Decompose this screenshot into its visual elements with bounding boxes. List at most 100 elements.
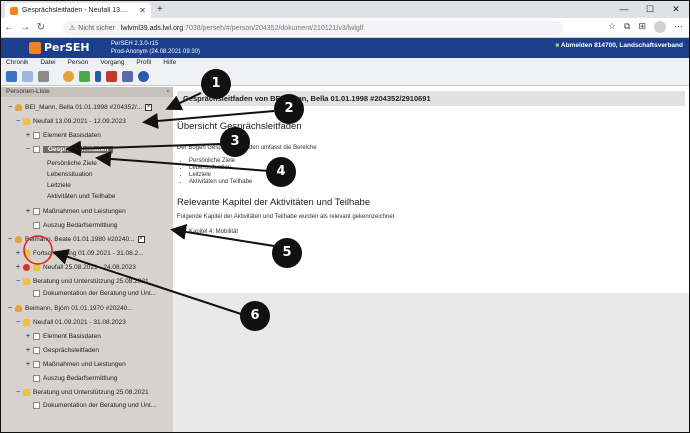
expand-toggle-icon[interactable]: + — [15, 264, 21, 271]
tree-node-label: Auszug Bedarfsermittlung — [43, 221, 118, 229]
tree-node-auszug-bedarfsermittlung[interactable]: Auszug Bedarfsermittlung — [33, 220, 117, 230]
help-icon[interactable] — [138, 71, 149, 82]
maximize-button[interactable]: ☐ — [637, 1, 663, 18]
tab-title: Gesprächsleitfaden - Neufall 13.... — [22, 7, 128, 14]
new-tab-button[interactable]: + — [157, 4, 163, 15]
tree-node-massnahmen-bjoern[interactable]: + Maßnahmen und Leistungen — [25, 359, 126, 369]
reload-icon[interactable]: ↻ — [33, 22, 49, 33]
tree-node-persoenliche-ziele[interactable]: Persönliche Ziele — [47, 158, 97, 168]
tree-node-label: Element Basisdaten — [43, 332, 101, 340]
address-bar-row: ← → ↻ ⚠ Nicht sicher lwlvml39.ads.lwl.or… — [1, 18, 689, 38]
tree-node-label: Gesprächsleitfaden — [43, 145, 114, 153]
collapse-toggle-icon[interactable]: − — [15, 278, 21, 285]
tree-node-auszug-bjoern[interactable]: Auszug Bedarfsermittlung — [33, 373, 117, 383]
save-icon[interactable] — [6, 71, 17, 82]
tree-node-neufall-bjoern[interactable]: − Neufall 01.09.2021 - 31.08.2023 — [15, 317, 126, 327]
tree-node-person-bella[interactable]: − BEI_Mann, Bella 01.01.1998 #204352/...… — [7, 102, 153, 112]
folder-icon — [23, 277, 30, 285]
collapse-toggle-icon[interactable]: − — [15, 319, 21, 326]
tree-node-label: Beratung und Unterstützung 25.08.2021 — [33, 277, 149, 285]
expand-toggle-icon[interactable]: + — [25, 361, 31, 368]
list-item: Aktivitäten und Teilhabe — [189, 179, 252, 186]
app-header: PerSEH PerSEH 2.3.0-r15 Prod-Anonym (24.… — [1, 38, 689, 58]
tab-close-icon[interactable]: ✕ — [139, 6, 146, 15]
tree-node-case-neufall[interactable]: − Neufall 13.09.2021 - 12.09.2023 — [15, 116, 126, 126]
folder-icon — [23, 318, 30, 326]
tree-node-element-basisdaten-bjoern[interactable]: + Element Basisdaten — [25, 331, 101, 341]
expand-toggle-icon[interactable]: + — [25, 347, 31, 354]
close-person-icon[interactable]: × — [145, 103, 153, 111]
tree-node-neufall-beate[interactable]: + Neufall 25.08.2021 - 24.08.2023 — [15, 262, 136, 272]
extensions-icon[interactable]: ⊞ — [638, 21, 646, 33]
expand-toggle-icon[interactable]: + — [25, 333, 31, 340]
expand-toggle-icon[interactable]: + — [25, 208, 31, 215]
document-icon — [33, 221, 40, 229]
add-icon[interactable] — [79, 71, 90, 82]
collapse-toggle-icon[interactable]: − — [7, 236, 13, 243]
refresh-icon[interactable] — [22, 71, 33, 82]
callout-6: 6 — [240, 301, 270, 331]
person-icon — [15, 235, 22, 243]
tree-node-lebenssituation[interactable]: Lebenssituation — [47, 169, 93, 179]
tree-node-massnahmen[interactable]: + Maßnahmen und Leistungen — [25, 206, 126, 216]
document-icon — [33, 145, 40, 153]
favorite-star-icon[interactable]: ☆ — [608, 21, 616, 33]
tree-node-fortschreibung[interactable]: + Fortschreibung 01.09.2021 - 31.08.2... — [15, 248, 144, 258]
logout-user-link[interactable]: ■ Abmelden 814700, Landschaftsverband — [555, 42, 683, 49]
tree-node-person-beate[interactable]: − Beimann, Beate 01.01.1980 #20240... × — [7, 234, 145, 244]
tree-node-gespraechsleitfaden-bjoern[interactable]: + Gesprächsleitfaden — [25, 345, 99, 355]
profile-avatar-icon[interactable] — [654, 21, 666, 33]
print-icon[interactable] — [38, 71, 49, 82]
tree-node-label: Auszug Bedarfsermittlung — [43, 374, 118, 382]
status-red-icon — [23, 263, 30, 271]
tree-node-aktivitaeten[interactable]: Aktivitäten und Teilhabe — [47, 191, 116, 201]
document-icon — [33, 374, 40, 382]
collapse-toggle-icon[interactable]: − — [15, 389, 21, 396]
tree-node-leitziele[interactable]: Leitziele — [47, 180, 71, 190]
tree-node-element-basisdaten[interactable]: + Element Basisdaten — [25, 130, 101, 140]
tree-node-label: Leitziele — [47, 181, 71, 189]
tree-node-gespraechsleitfaden-selected[interactable]: − Gesprächsleitfaden — [25, 144, 114, 154]
dropdown-icon[interactable] — [95, 71, 101, 82]
tree-node-person-bjoern[interactable]: − Beimann, Björn 01.01.1970 #20240... — [7, 303, 133, 313]
tree-node-label: Dokumentation der Beratung und Unt... — [43, 289, 157, 297]
expand-toggle-icon[interactable]: + — [25, 132, 31, 139]
menu-chronik[interactable]: Chronik — [6, 58, 28, 68]
close-person-icon[interactable]: × — [137, 235, 145, 243]
more-menu-icon[interactable]: ⋯ — [674, 21, 683, 33]
browser-tab[interactable]: Gesprächsleitfaden - Neufall 13.... ✕ — [5, 3, 151, 18]
tree-node-label: Beimann, Beate 01.01.1980 #20240... — [25, 235, 135, 243]
tree-node-label: Maßnahmen und Leistungen — [43, 207, 126, 215]
collapse-toggle-icon[interactable]: − — [25, 146, 31, 153]
menu-datei[interactable]: Datei — [40, 58, 55, 68]
tree-node-beratung-bjoern[interactable]: − Beratung und Unterstützung 25.08.2021 — [15, 387, 149, 397]
tree-node-label: Beimann, Björn 01.01.1970 #20240... — [25, 304, 133, 312]
window-close-button[interactable]: ✕ — [663, 1, 689, 18]
browser-tab-strip: Gesprächsleitfaden - Neufall 13.... ✕ + … — [1, 1, 689, 18]
toolbar — [1, 68, 689, 86]
expand-toggle-icon[interactable]: + — [15, 250, 21, 257]
collections-icon[interactable]: ⧉ — [624, 21, 630, 33]
collapse-toggle-icon[interactable]: − — [7, 104, 13, 111]
tree-node-dokumentation-beate[interactable]: Dokumentation der Beratung und Unt... — [33, 288, 156, 298]
url-field[interactable]: ⚠ Nicht sicher lwlvml39.ads.lwl.org :703… — [63, 21, 563, 35]
menu-vorgang[interactable]: Vorgang — [100, 58, 124, 68]
tree-node-label: BEI_Mann, Bella 01.01.1998 #204352/... — [25, 103, 143, 111]
menu-hilfe[interactable]: Hilfe — [163, 58, 176, 68]
tree-node-label: Dokumentation der Beratung und Unt... — [43, 401, 157, 409]
tree-node-beratung-beate[interactable]: − Beratung und Unterstützung 25.08.2021 — [15, 276, 149, 286]
back-arrow-icon[interactable]: ← — [1, 22, 17, 33]
list-item: Kapitel 4: Mobilität — [189, 229, 238, 236]
collapse-toggle-icon[interactable]: − — [15, 118, 21, 125]
tree-node-dokumentation-bjoern[interactable]: Dokumentation der Beratung und Unt... — [33, 400, 156, 410]
network-icon[interactable] — [106, 71, 117, 82]
menu-person[interactable]: Person — [68, 58, 89, 68]
list-item: Persönliche Ziele — [189, 158, 252, 165]
collapse-toggle-icon[interactable]: − — [7, 305, 13, 312]
person-icon[interactable] — [63, 71, 74, 82]
menu-profil[interactable]: Profil — [136, 58, 151, 68]
forward-arrow-icon[interactable]: → — [17, 22, 33, 33]
collapse-sidebar-icon[interactable]: ‹ — [167, 87, 169, 97]
settings-icon[interactable] — [122, 71, 133, 82]
minimize-button[interactable]: — — [611, 1, 637, 18]
